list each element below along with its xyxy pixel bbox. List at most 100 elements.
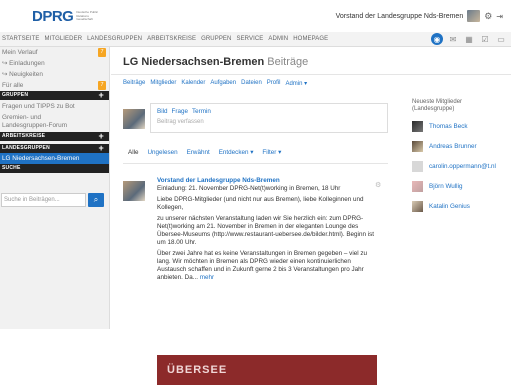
member-name[interactable]: carolin.oppermann@t.nl	[429, 163, 496, 170]
sidebar-item-label: Mein Verlauf	[2, 49, 38, 56]
feed-filters: Alle Ungelesen Erwähnt Entdecken ▾ Filte…	[128, 149, 281, 156]
post-image[interactable]: ÜBERSEE	[157, 355, 377, 385]
filter-entdecken[interactable]: Entdecken ▾	[219, 149, 254, 156]
calendar-icon[interactable]: ▦	[463, 33, 475, 45]
sidebar-item-label: ↪ Einladungen	[2, 60, 45, 67]
tab-admin[interactable]: Admin ▾	[285, 80, 307, 87]
panel-title: Neueste Mitglieder (Landesgruppe)	[412, 99, 463, 112]
tab-beitraege[interactable]: Beiträge	[123, 80, 145, 87]
nav-item-homepage[interactable]: HOMEPAGE	[293, 36, 328, 42]
more-link[interactable]: mehr	[200, 274, 214, 281]
post-paragraph: Über zwei Jahre hat es keine Veranstaltu…	[157, 250, 381, 282]
sidebar-item-fragen[interactable]: Fragen und TIPPS zu Bot	[0, 101, 109, 112]
post-paragraph: zu unserer nächsten Veranstaltung laden …	[157, 215, 374, 246]
filter-ungelesen[interactable]: Ungelesen	[148, 149, 178, 156]
tab-dateien[interactable]: Dateien	[241, 80, 262, 87]
section-header-gruppen: GRUPPEN +	[0, 91, 109, 100]
filter-alle[interactable]: Alle	[128, 149, 139, 156]
main-nav: STARTSEITE MITGLIEDER LANDESGRUPPEN ARBE…	[0, 32, 511, 47]
logo[interactable]: DPRG Deutsche Public Relations Gesellsch…	[32, 8, 104, 25]
nav-item-landesgruppen[interactable]: LANDESGRUPPEN	[87, 36, 142, 42]
post-paragraph: Liebe DPRG-Mitglieder (und nicht nur aus…	[157, 196, 364, 211]
user-area: Vorstand der Landesgruppe Nds-Bremen ⚙ ⇥	[336, 10, 503, 22]
member-item[interactable]: Katalin Genius	[412, 200, 470, 212]
sidebar-item-label: ↪ Neuigkeiten	[2, 71, 43, 78]
composer-type-termin[interactable]: Termin	[192, 108, 211, 115]
search-icon: ⌕	[93, 195, 99, 204]
tab-mitglieder[interactable]: Mitglieder	[150, 80, 176, 87]
avatar	[123, 109, 145, 129]
nav-item-admin[interactable]: ADMIN	[268, 36, 288, 42]
page-title-text: LG Niedersachsen-Bremen	[123, 56, 265, 68]
add-arbeitskreis-icon[interactable]: +	[99, 132, 104, 141]
sidebar-item-label: Fragen und TIPPS zu Bot	[2, 103, 75, 110]
post-composer: Bild Frage Termin Beitrag verfassen	[123, 103, 388, 133]
gear-icon[interactable]: ⚙	[484, 11, 492, 22]
sidebar: Mein Verlauf 7 ↪ Einladungen ↪ Neuigkeit…	[0, 47, 110, 329]
section-title: SUCHE	[2, 165, 21, 171]
section-header-arbeitskreise: ARBEITSKREISE +	[0, 132, 109, 141]
section-title: GRUPPEN	[2, 92, 29, 98]
sidebar-item-mein-verlauf[interactable]: Mein Verlauf 7	[0, 47, 109, 58]
sidebar-item-lg-niedersachsen[interactable]: LG Niedersachsen-Bremen	[0, 153, 109, 164]
folder-icon[interactable]: ▭	[495, 33, 507, 45]
tab-aufgaben[interactable]: Aufgaben	[210, 80, 236, 87]
sidebar-item-label: Gremien- und Landesgruppen-Forum	[2, 114, 68, 129]
member-name[interactable]: Andreas Brunner	[429, 143, 477, 150]
sidebar-item-fuer-alle[interactable]: Für alle 7	[0, 80, 109, 91]
member-item[interactable]: Thomas Beck	[412, 120, 468, 132]
page-title: LG Niedersachsen-Bremen Beiträge	[123, 56, 308, 68]
nav-item-arbeitskreise[interactable]: ARBEITSKREISE	[147, 36, 196, 42]
section-title: LANDESGRUPPEN	[2, 145, 50, 151]
section-header-suche: SUCHE	[0, 164, 109, 173]
composer-type-bild[interactable]: Bild	[157, 108, 168, 115]
search-input[interactable]: Suche in Beiträgen...	[1, 193, 86, 207]
nav-item-service[interactable]: SERVICE	[236, 36, 263, 42]
post-text: Über zwei Jahre hat es keine Veranstaltu…	[157, 250, 368, 281]
top-header: DPRG Deutsche Public Relations Gesellsch…	[0, 0, 511, 32]
avatar	[412, 140, 423, 152]
member-name[interactable]: Björn Wullig	[429, 183, 462, 190]
check-icon[interactable]: ☑	[479, 33, 491, 45]
post-author[interactable]: Vorstand der Landesgruppe Nds-Bremen	[157, 177, 381, 185]
logo-subtitle: Deutsche Public Relations Gesellschaft	[76, 10, 99, 22]
composer-placeholder[interactable]: Beitrag verfassen	[157, 119, 204, 125]
group-tabs: Beiträge Mitglieder Kalender Aufgaben Da…	[123, 80, 307, 87]
nav-item-startseite[interactable]: STARTSEITE	[2, 36, 39, 42]
filter-dropdown[interactable]: Filter ▾	[262, 149, 281, 156]
add-landesgruppe-icon[interactable]: +	[99, 144, 104, 153]
post-image-caption: ÜBERSEE	[167, 364, 228, 376]
count-badge: 7	[98, 81, 106, 90]
section-title: ARBEITSKREISE	[2, 133, 46, 139]
user-name[interactable]: Vorstand der Landesgruppe Nds-Bremen	[336, 13, 464, 20]
sidebar-item-neuigkeiten[interactable]: ↪ Neuigkeiten	[0, 69, 109, 80]
member-item[interactable]: Björn Wullig	[412, 180, 462, 192]
avatar[interactable]	[123, 181, 145, 201]
sidebar-item-gremien[interactable]: Gremien- und Landesgruppen-Forum	[0, 112, 109, 132]
sidebar-item-label: Für alle	[2, 82, 24, 89]
tab-kalender[interactable]: Kalender	[181, 80, 205, 87]
nav-item-mitglieder[interactable]: MITGLIEDER	[44, 36, 82, 42]
sidebar-item-label: LG Niedersachsen-Bremen	[2, 155, 80, 162]
member-item[interactable]: Andreas Brunner	[412, 140, 477, 152]
filter-erwaehnt[interactable]: Erwähnt	[187, 149, 210, 156]
mail-icon[interactable]: ✉	[447, 33, 459, 45]
globe-icon[interactable]: ◉	[431, 33, 443, 45]
divider	[123, 163, 388, 164]
member-item[interactable]: carolin.oppermann@t.nl	[412, 160, 496, 172]
section-header-landesgruppen: LANDESGRUPPEN +	[0, 144, 109, 153]
sidebar-item-einladungen[interactable]: ↪ Einladungen	[0, 58, 109, 69]
search-button[interactable]: ⌕	[88, 193, 104, 207]
member-name[interactable]: Katalin Genius	[429, 203, 470, 210]
post-subject: Einladung: 21. November DPRG-Net(t)worki…	[157, 185, 341, 192]
add-group-icon[interactable]: +	[99, 91, 104, 100]
tab-profil[interactable]: Profil	[267, 80, 281, 87]
logo-text: DPRG	[32, 8, 74, 25]
member-name[interactable]: Thomas Beck	[429, 123, 468, 130]
logout-icon[interactable]: ⇥	[496, 12, 503, 21]
page-subtitle: Beiträge	[267, 56, 309, 68]
nav-item-gruppen[interactable]: GRUPPEN	[201, 36, 231, 42]
composer-box[interactable]: Bild Frage Termin Beitrag verfassen	[150, 103, 388, 133]
user-avatar[interactable]	[467, 10, 481, 22]
composer-type-frage[interactable]: Frage	[172, 108, 188, 115]
